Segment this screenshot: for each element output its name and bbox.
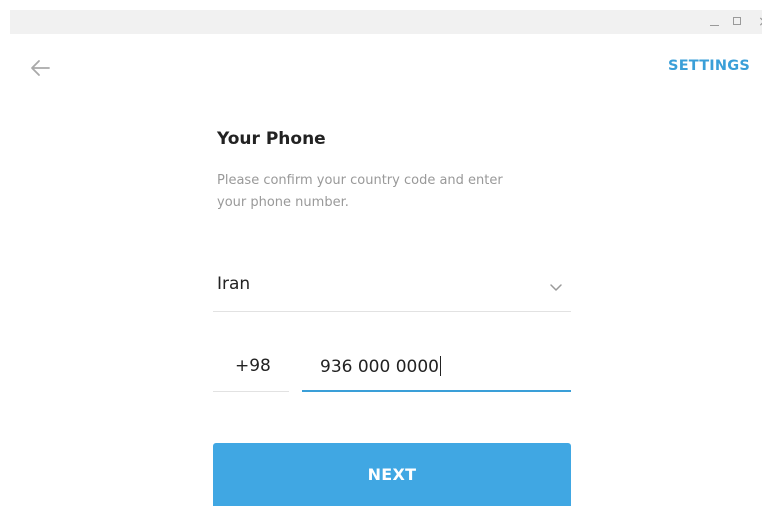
page-title: Your Phone [217,129,326,149]
country-code-field[interactable]: +98 [213,346,289,392]
minimize-icon [710,25,719,26]
arrow-left-icon [31,60,50,76]
text-caret [439,356,441,376]
chevron-down-icon [550,284,562,291]
country-value: Iran [217,274,251,294]
close-icon: × [758,10,762,34]
country-code-value: +98 [235,356,271,376]
page-description: Please confirm your country code and ent… [217,173,503,210]
phone-number-value: 936 000 0000 [320,357,439,377]
title-bar: × [10,10,762,34]
settings-button[interactable]: SETTINGS [668,58,750,74]
back-button[interactable] [28,56,54,80]
next-button[interactable]: NEXT [213,443,571,506]
maximize-icon [733,17,741,25]
country-select[interactable]: Iran [213,268,571,312]
phone-number-input[interactable]: 936 000 0000 [302,346,571,392]
app-window: × SETTINGS Your Phone Please confirm you… [0,0,762,506]
